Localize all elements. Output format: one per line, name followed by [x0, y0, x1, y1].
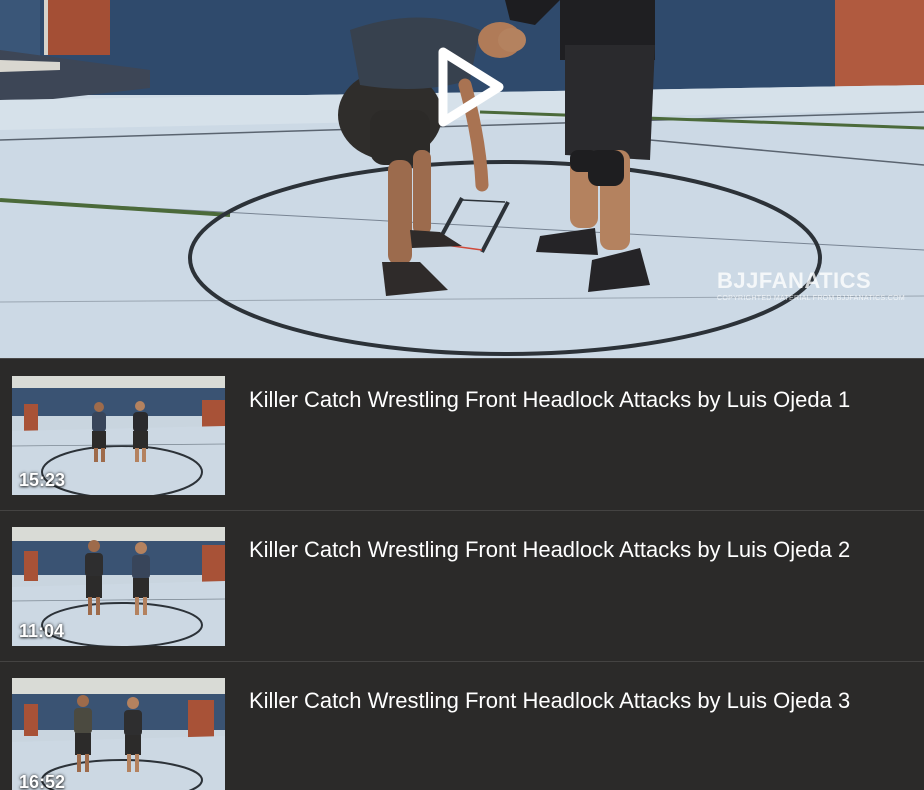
watermark-text: BJJFANATICS — [717, 268, 872, 293]
playlist: 15:23 Killer Catch Wrestling Front Headl… — [0, 358, 924, 790]
watermark-subtext: COPYRIGHTED MATERIAL FROM BJJFANATICS.CO… — [717, 295, 905, 302]
play-triangle-icon[interactable] — [431, 42, 509, 132]
video-duration: 16:52 — [19, 772, 66, 790]
video-duration: 15:23 — [19, 470, 66, 490]
video-title[interactable]: Killer Catch Wrestling Front Headlock At… — [249, 536, 919, 564]
playlist-item[interactable]: 16:52 Killer Catch Wrestling Front Headl… — [0, 661, 924, 790]
video-thumbnail[interactable]: 15:23 — [12, 376, 225, 495]
video-title[interactable]: Killer Catch Wrestling Front Headlock At… — [249, 386, 919, 414]
playlist-item[interactable]: 11:04 Killer Catch Wrestling Front Headl… — [0, 510, 924, 661]
video-player[interactable]: BJJFANATICS COPYRIGHTED MATERIAL FROM BJ… — [0, 0, 924, 358]
video-duration: 11:04 — [19, 621, 65, 641]
watermark-logo: BJJFANATICS COPYRIGHTED MATERIAL FROM BJ… — [717, 268, 905, 302]
playlist-item[interactable]: 15:23 Killer Catch Wrestling Front Headl… — [0, 359, 924, 509]
video-thumbnail[interactable]: 16:52 — [12, 678, 225, 790]
video-page: BJJFANATICS COPYRIGHTED MATERIAL FROM BJ… — [0, 0, 924, 790]
video-title[interactable]: Killer Catch Wrestling Front Headlock At… — [249, 687, 919, 715]
video-thumbnail[interactable]: 11:04 — [12, 527, 225, 646]
